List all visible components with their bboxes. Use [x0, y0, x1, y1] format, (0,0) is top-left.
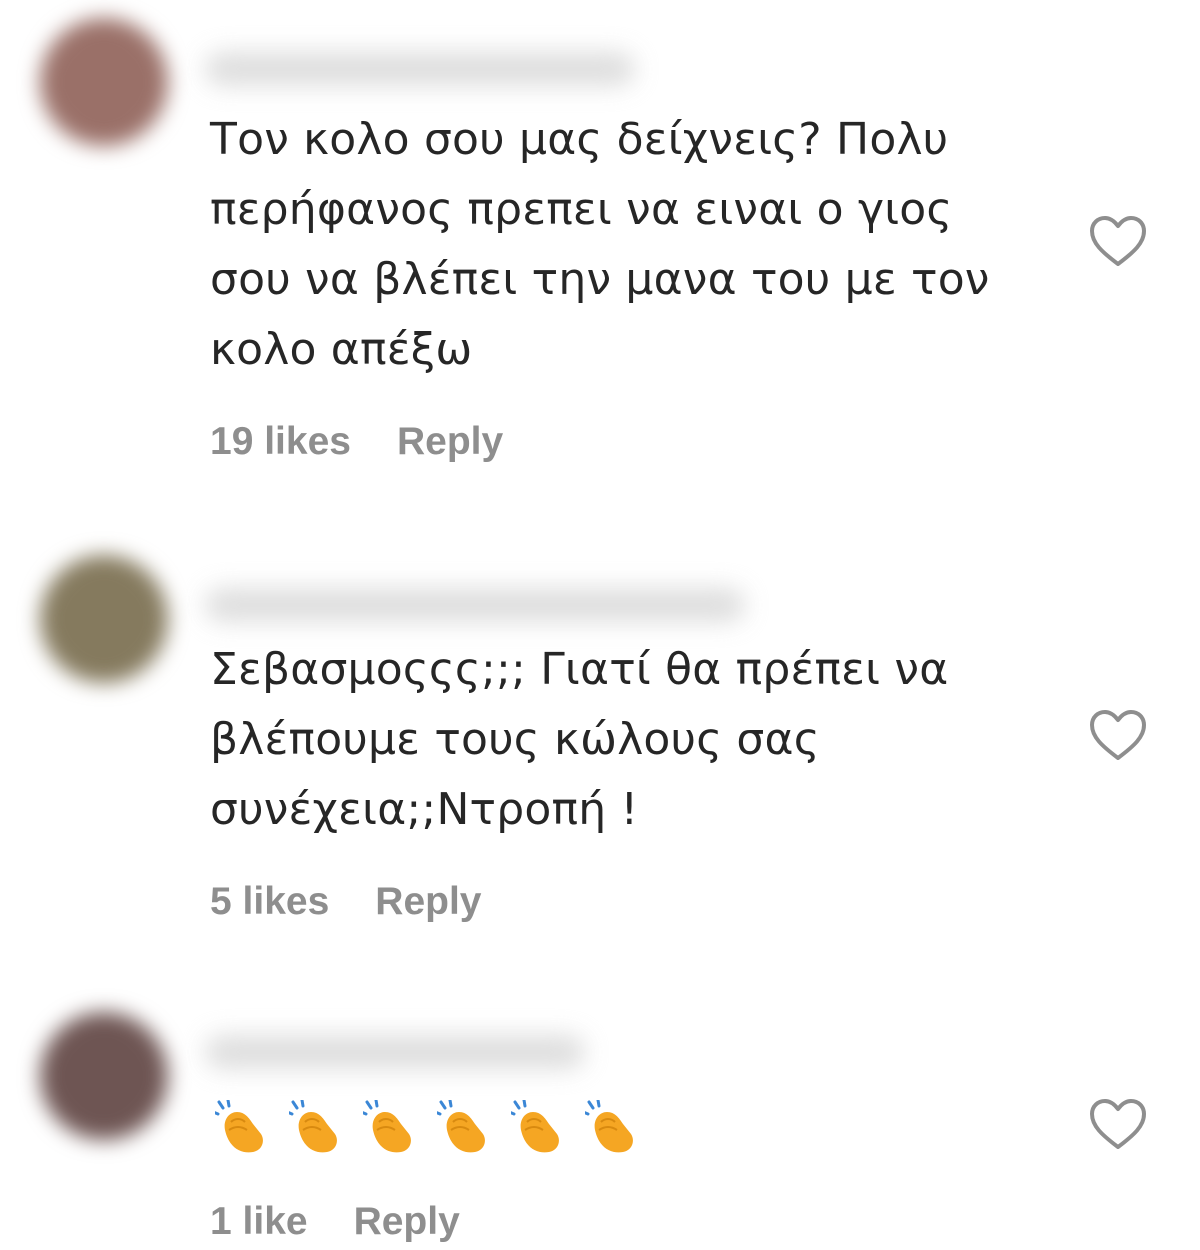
comment-meta: 19 likes Reply: [210, 420, 549, 464]
heart-outline-icon[interactable]: [1088, 1097, 1148, 1151]
clapping-hands-icon: [585, 1100, 637, 1154]
reply-button[interactable]: Reply: [354, 1200, 460, 1243]
username[interactable]: [205, 1035, 585, 1069]
clapping-hands-icon: [289, 1100, 341, 1154]
likes-count[interactable]: 5 likes: [210, 880, 329, 923]
comment-meta: 5 likes Reply: [210, 880, 527, 924]
comment-text: Τον κολο σου μας δείχνεις? Πολυ περήφανο…: [210, 114, 990, 375]
avatar[interactable]: [40, 1012, 168, 1140]
username[interactable]: [205, 588, 745, 622]
clapping-hands-icon: [363, 1100, 415, 1154]
comment-meta: 1 like Reply: [210, 1200, 506, 1244]
likes-count[interactable]: 19 likes: [210, 420, 351, 463]
clapping-hands-icon: [437, 1100, 489, 1154]
reply-button[interactable]: Reply: [397, 420, 503, 463]
comment-text: Σεβασμοςςς;;; Γιατί θα πρέπει να βλέπουμ…: [210, 644, 949, 835]
reply-button[interactable]: Reply: [375, 880, 481, 923]
heart-outline-icon[interactable]: [1088, 214, 1148, 268]
comment-emoji-row: [215, 1100, 637, 1154]
likes-count[interactable]: 1 like: [210, 1200, 308, 1243]
clapping-hands-icon: [215, 1100, 267, 1154]
username[interactable]: [205, 52, 635, 86]
avatar[interactable]: [40, 555, 168, 683]
heart-outline-icon[interactable]: [1088, 708, 1148, 762]
avatar[interactable]: [40, 18, 168, 146]
clapping-hands-icon: [511, 1100, 563, 1154]
